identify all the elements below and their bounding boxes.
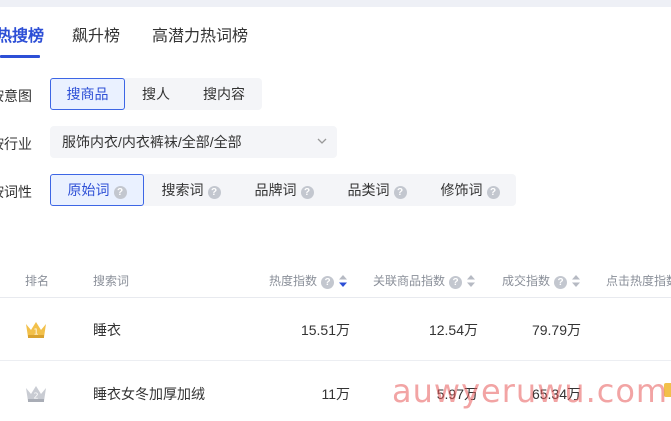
table-row[interactable]: 2 睡衣女冬加厚加绒 11万 5.97万 65.34万: [0, 362, 671, 421]
industry-select[interactable]: 服饰内衣/内衣裤袜/全部/全部: [50, 126, 337, 158]
sort-caret-icon[interactable]: [339, 275, 348, 287]
question-circle-icon[interactable]: ?: [300, 186, 314, 199]
row-deal-value: 65.34万: [531, 386, 581, 402]
wordtype-option-original[interactable]: 原始词?: [50, 174, 144, 206]
question-circle-icon[interactable]: ?: [449, 276, 463, 289]
wordtype-filter-label: 按词性: [0, 184, 32, 200]
tab-high-potential[interactable]: 高潜力热词榜: [152, 22, 248, 46]
medal-rank: 1: [33, 328, 38, 337]
sort-caret-icon[interactable]: [572, 275, 581, 287]
intent-segment: 搜商品 搜人 搜内容: [50, 78, 262, 110]
crown-medal-silver-icon: 2: [26, 386, 46, 402]
question-circle-icon[interactable]: ?: [207, 186, 221, 199]
row-heat-value: 11万: [321, 386, 350, 402]
table-row[interactable]: 1 睡衣 15.51万 12.54万 79.79万: [0, 298, 671, 361]
column-label: 关联商品指数: [373, 274, 446, 288]
wordtype-option-label: 修饰词: [440, 182, 483, 198]
tab-rising[interactable]: 飙升榜: [72, 22, 120, 46]
row-deal-value: 79.79万: [531, 322, 581, 338]
chevron-down-icon: [317, 138, 327, 144]
question-circle-icon[interactable]: ?: [113, 186, 127, 199]
crown-medal-gold-icon: 1: [26, 322, 46, 338]
question-circle-icon[interactable]: ?: [554, 276, 568, 289]
medal-rank: 2: [33, 392, 38, 401]
sort-caret-icon[interactable]: [467, 275, 476, 287]
industry-select-value: 服饰内衣/内衣裤袜/全部/全部: [62, 134, 242, 150]
wordtype-option-brand[interactable]: 品牌词?: [247, 174, 321, 206]
wordtype-option-category[interactable]: 品类词?: [340, 174, 414, 206]
wordtype-option-modifier[interactable]: 修饰词?: [433, 174, 507, 206]
intent-option-people[interactable]: 搜人: [130, 78, 182, 110]
column-label: 热度指数: [269, 274, 318, 288]
row-keyword[interactable]: 睡衣女冬加厚加绒: [93, 384, 205, 404]
column-keyword: 搜索词: [93, 274, 130, 288]
column-heat-index[interactable]: 热度指数?: [269, 272, 348, 289]
wordtype-option-search[interactable]: 搜索词?: [154, 174, 228, 206]
ranking-tabs: 热搜榜 飙升榜 高潜力热词榜: [0, 22, 671, 62]
wordtype-option-label: 品牌词: [254, 182, 297, 198]
question-circle-icon[interactable]: ?: [393, 186, 407, 199]
column-label: 成交指数: [502, 274, 551, 288]
wordtype-option-label: 搜索词: [161, 182, 204, 198]
row-related-value: 5.97万: [436, 386, 478, 402]
question-circle-icon[interactable]: ?: [486, 186, 500, 199]
column-related-goods-index[interactable]: 关联商品指数?: [373, 272, 476, 289]
wordtype-segment: 原始词? 搜索词? 品牌词? 品类词? 修饰词?: [50, 174, 516, 206]
active-tab-indicator: [0, 55, 40, 58]
column-deal-index[interactable]: 成交指数?: [502, 272, 581, 289]
wordtype-option-label: 品类词: [347, 182, 390, 198]
intent-option-goods[interactable]: 搜商品: [50, 78, 125, 110]
row-heat-value: 15.51万: [300, 322, 350, 338]
top-strip: [0, 0, 671, 7]
wordtype-option-label: 原始词: [67, 182, 110, 198]
industry-filter-label: 按行业: [0, 136, 32, 152]
tab-hot-search[interactable]: 热搜榜: [0, 22, 44, 46]
table-header: 排名 搜索词 热度指数? 关联商品指数? 成交指数? 点击热度指数: [0, 262, 671, 298]
intent-filter-label: 按意图: [0, 88, 32, 104]
row-keyword[interactable]: 睡衣: [93, 320, 121, 340]
intent-option-content[interactable]: 搜内容: [190, 78, 258, 110]
question-circle-icon[interactable]: ?: [321, 276, 335, 289]
column-click-heat-index[interactable]: 点击热度指数: [606, 272, 671, 289]
partial-medal-edge: [664, 383, 671, 397]
column-rank: 排名: [25, 274, 50, 288]
row-related-value: 12.54万: [428, 322, 478, 338]
